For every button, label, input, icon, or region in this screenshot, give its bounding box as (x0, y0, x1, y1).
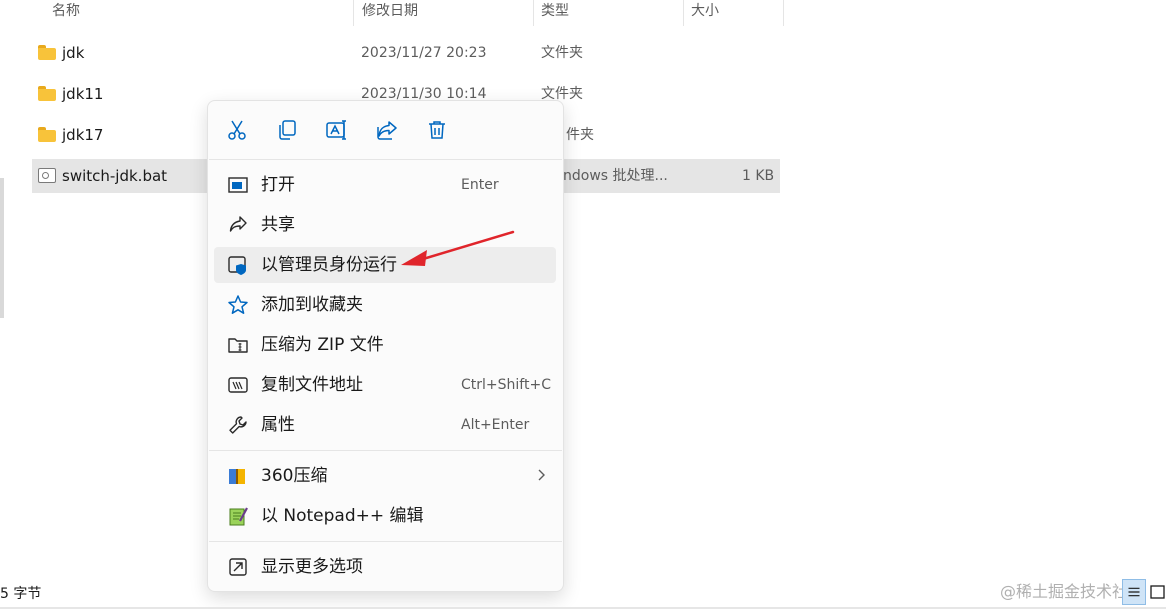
menu-separator (209, 450, 562, 451)
360-zip-icon (229, 469, 245, 484)
folder-icon (38, 127, 56, 142)
column-header-type[interactable]: 类型 (541, 0, 569, 26)
column-header-modified[interactable]: 修改日期 (362, 0, 418, 26)
column-divider[interactable] (783, 0, 784, 26)
file-name: jdk11 (62, 85, 104, 103)
delete-icon[interactable] (425, 118, 449, 142)
menu-item-label: 360压缩 (261, 466, 328, 486)
copy-icon[interactable] (275, 118, 299, 142)
menu-item-open[interactable]: 打开 Enter (214, 167, 556, 203)
red-arrow-annotation (401, 230, 515, 266)
run-as-admin-icon (228, 256, 246, 275)
file-modified: 2023/11/27 20:23 (361, 45, 487, 61)
folder-icon (38, 86, 56, 101)
status-bar-text: 5 字节 (0, 586, 42, 602)
open-icon (228, 177, 248, 193)
context-menu: 打开 Enter 共享 以管理员身份运行 添加到收藏夹 压缩为 ZIP 文件 复… (207, 100, 564, 592)
left-nav-edge (0, 0, 8, 609)
menu-item-shortcut: Ctrl+Shift+C (461, 377, 551, 393)
share-icon (229, 216, 247, 232)
chevron-right-icon (538, 469, 545, 481)
column-divider[interactable] (683, 0, 684, 26)
file-name: switch-jdk.bat (62, 167, 168, 185)
batch-file-icon (38, 168, 56, 183)
menu-item-label: 属性 (261, 415, 295, 435)
menu-item-copy-path[interactable]: 复制文件地址 Ctrl+Shift+C (214, 367, 556, 403)
file-type: ndows 批处理... (563, 168, 668, 184)
menu-item-label: 添加到收藏夹 (261, 295, 363, 315)
tiles-view-icon[interactable] (1146, 579, 1166, 605)
file-size: 1 KB (742, 168, 775, 184)
cut-icon[interactable] (225, 118, 249, 142)
quick-actions-bar (208, 101, 563, 159)
column-divider[interactable] (533, 0, 534, 26)
folder-icon (38, 45, 56, 60)
wrench-icon (229, 416, 247, 434)
column-header-size[interactable]: 大小 (691, 0, 719, 26)
share-icon[interactable] (375, 118, 399, 142)
notepadpp-icon (229, 507, 248, 526)
menu-item-label: 打开 (261, 175, 295, 195)
menu-item-shortcut: Enter (461, 177, 499, 193)
menu-item-shortcut: Alt+Enter (461, 417, 530, 433)
column-header-name[interactable]: 名称 (52, 0, 80, 26)
menu-item-label: 压缩为 ZIP 文件 (261, 335, 384, 355)
menu-item-label: 复制文件地址 (261, 375, 363, 395)
menu-item-label: 以 Notepad++ 编辑 (261, 506, 424, 526)
file-row[interactable]: jdk 2023/11/27 20:23 文件夹 (32, 36, 780, 70)
file-name: jdk17 (62, 126, 104, 144)
menu-item-properties[interactable]: 属性 Alt+Enter (214, 407, 556, 443)
menu-item-zip[interactable]: 压缩为 ZIP 文件 (214, 327, 556, 363)
rename-icon[interactable] (325, 118, 349, 142)
menu-item-label: 显示更多选项 (261, 557, 363, 577)
file-type: 件夹 (566, 127, 594, 143)
file-name: jdk (62, 44, 85, 62)
menu-item-favorites[interactable]: 添加到收藏夹 (214, 287, 556, 323)
menu-item-show-more[interactable]: 显示更多选项 (214, 549, 556, 585)
menu-item-360-zip[interactable]: 360压缩 (214, 458, 556, 494)
copy-path-icon (228, 377, 248, 393)
menu-item-notepadpp[interactable]: 以 Notepad++ 编辑 (214, 498, 556, 534)
column-divider[interactable] (353, 0, 354, 26)
details-view-icon[interactable] (1122, 579, 1146, 605)
zip-icon (228, 338, 248, 353)
menu-item-label: 共享 (261, 215, 295, 235)
scrollbar[interactable] (0, 178, 4, 318)
star-icon (228, 295, 248, 314)
menu-separator (209, 159, 562, 160)
menu-item-label: 以管理员身份运行 (261, 255, 397, 275)
file-type: 文件夹 (541, 45, 583, 61)
more-options-icon (229, 558, 247, 576)
menu-separator (209, 541, 562, 542)
